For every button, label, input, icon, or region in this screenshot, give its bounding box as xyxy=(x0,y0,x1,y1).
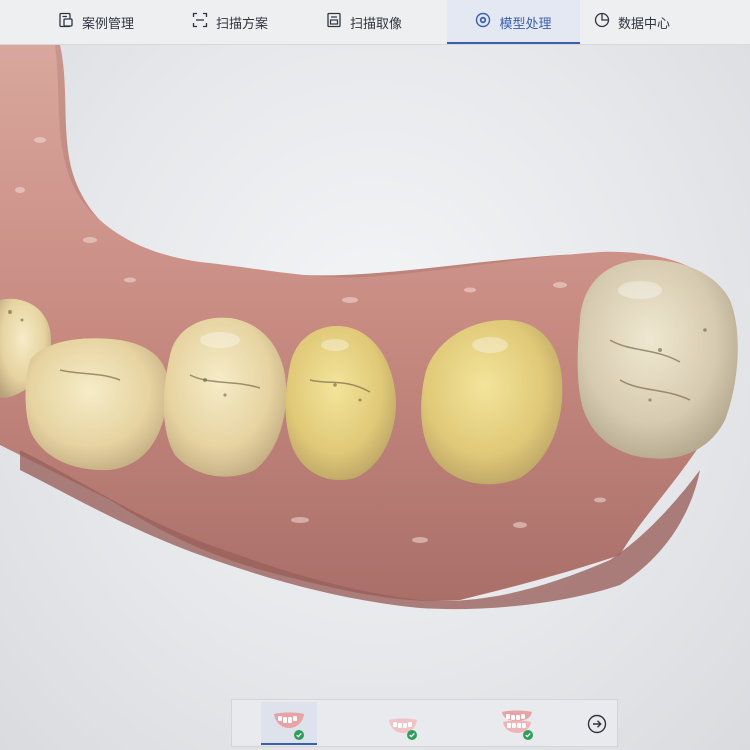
scan-plan-icon xyxy=(192,12,208,32)
model-processing-icon xyxy=(475,12,491,32)
next-step-button[interactable] xyxy=(587,714,607,734)
tab-scan-capture[interactable]: 扫描取像 xyxy=(326,0,402,44)
arrow-right-circle-icon xyxy=(587,714,607,738)
case-management-icon xyxy=(58,12,74,32)
scan-capture-icon xyxy=(326,12,342,32)
tab-case-management[interactable]: 案例管理 xyxy=(58,0,134,44)
tab-label: 扫描方案 xyxy=(216,16,269,32)
jaw-option-upper[interactable] xyxy=(261,702,317,745)
tab-label: 案例管理 xyxy=(82,16,135,32)
tab-label: 数据中心 xyxy=(618,16,671,32)
tab-model-processing[interactable]: 模型处理 xyxy=(447,0,580,44)
jaw-option-lower[interactable] xyxy=(375,702,431,744)
tab-data-center[interactable]: 数据中心 xyxy=(594,0,670,44)
dental-scan-model[interactable] xyxy=(0,45,750,695)
top-navigation: 案例管理 扫描方案 扫描取像 模型处理 数据中心 xyxy=(0,0,750,45)
data-center-icon xyxy=(594,12,610,32)
tab-label: 模型处理 xyxy=(499,16,552,32)
jaw-selector xyxy=(231,699,618,747)
jaw-option-bite[interactable] xyxy=(489,702,545,744)
model-viewport[interactable] xyxy=(0,45,750,695)
tab-scan-plan[interactable]: 扫描方案 xyxy=(192,0,268,44)
tab-label: 扫描取像 xyxy=(350,16,403,32)
